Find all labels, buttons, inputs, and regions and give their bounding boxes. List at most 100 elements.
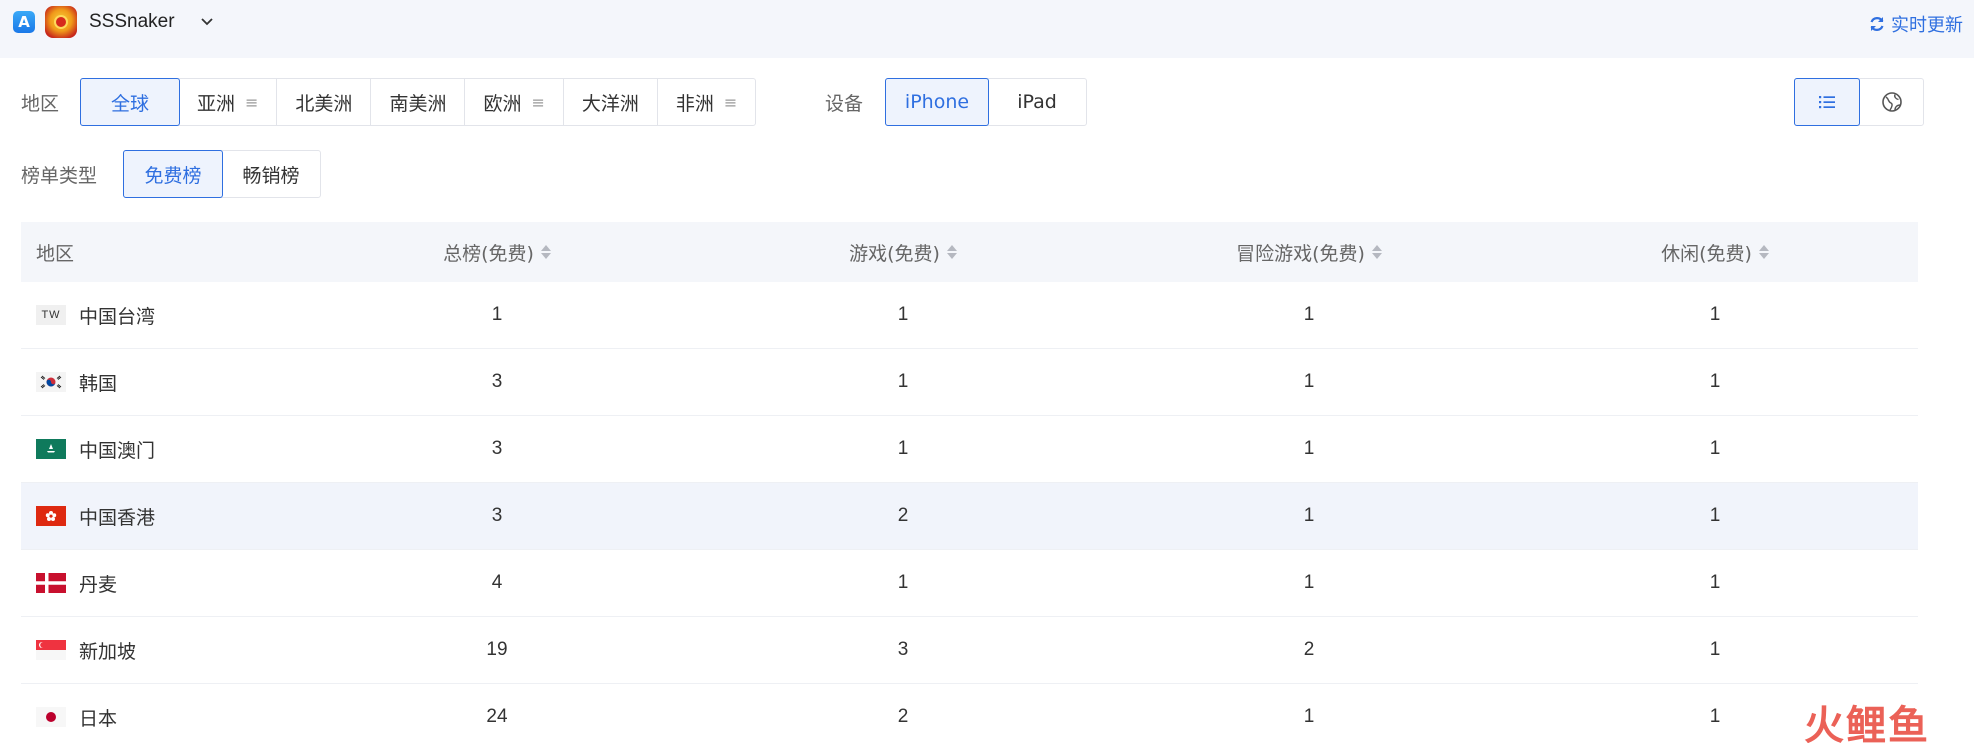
- rank-overall: 4: [491, 572, 503, 593]
- rank-games: 1: [897, 304, 909, 325]
- rank-overall: 19: [486, 639, 508, 660]
- rank-adventure: 1: [1303, 304, 1315, 325]
- rank-adventure: 1: [1303, 706, 1315, 727]
- rank-casual: 1: [1709, 639, 1721, 660]
- rank-overall: 24: [486, 706, 508, 727]
- chart-type-free[interactable]: 免费榜: [123, 150, 223, 198]
- region-name: 中国澳门: [79, 439, 156, 462]
- refresh-button[interactable]: 实时更新: [1868, 11, 1963, 37]
- region-name: 日本: [79, 707, 118, 730]
- chart-type-label: 榜单类型: [21, 165, 98, 187]
- ranking-table: 地区 总榜(免费) 游戏(免费) 冒险游戏(免费) 休闲(免费) TW 中国台湾…: [21, 222, 1918, 743]
- menu-icon[interactable]: ≡: [245, 93, 258, 112]
- list-icon: [1819, 96, 1835, 109]
- device-option-ipad[interactable]: iPad: [988, 79, 1086, 125]
- rank-casual: 1: [1709, 304, 1721, 325]
- hk-flag-icon: [36, 506, 66, 526]
- region-cell: TW 中国台湾: [21, 302, 221, 329]
- menu-icon[interactable]: ≡: [724, 93, 737, 112]
- device-option-iphone[interactable]: iPhone: [885, 78, 989, 126]
- table-row[interactable]: TW 中国台湾 1 1 1 1: [21, 282, 1918, 349]
- rank-overall: 3: [491, 371, 503, 392]
- region-option-south-america[interactable]: 南美洲: [371, 79, 466, 125]
- column-header-region: 地区: [36, 242, 75, 265]
- rank-games: 3: [897, 639, 909, 660]
- region-cell: 中国澳门: [21, 436, 221, 463]
- rank-overall: 3: [491, 438, 503, 459]
- appstore-icon: A: [13, 11, 35, 33]
- region-option-asia[interactable]: 亚洲 ≡: [179, 79, 278, 125]
- device-filter: iPhone iPad: [885, 78, 1087, 126]
- rank-adventure: 1: [1303, 438, 1315, 459]
- region-option-oceania[interactable]: 大洋洲: [564, 79, 658, 125]
- sort-icon[interactable]: [1758, 245, 1769, 259]
- rank-games: 1: [897, 572, 909, 593]
- sort-icon[interactable]: [540, 245, 551, 259]
- list-view-button[interactable]: [1794, 78, 1860, 126]
- app-icon: [45, 6, 77, 38]
- region-cell: 中国香港: [21, 503, 221, 530]
- rank-overall: 1: [491, 304, 503, 325]
- rank-adventure: 1: [1303, 505, 1315, 526]
- rank-casual: 1: [1709, 572, 1721, 593]
- region-cell: 丹麦: [21, 570, 221, 597]
- chart-type-filter: 免费榜 畅销榜: [123, 150, 321, 198]
- tw-flag-icon: TW: [36, 305, 66, 325]
- region-cell: 韩国: [21, 369, 221, 396]
- rank-games: 1: [897, 438, 909, 459]
- mo-flag-icon: [36, 439, 66, 459]
- region-option-global[interactable]: 全球: [80, 78, 180, 126]
- rank-games: 1: [897, 371, 909, 392]
- region-cell: 日本: [21, 704, 221, 731]
- column-header-adventure[interactable]: 冒险游戏(免费): [1123, 239, 1495, 266]
- region-option-europe[interactable]: 欧洲 ≡: [465, 79, 564, 125]
- chevron-down-icon[interactable]: [199, 13, 215, 29]
- table-row[interactable]: 中国香港 3 2 1 1: [21, 483, 1918, 550]
- region-filter: 全球 亚洲 ≡ 北美洲 南美洲 欧洲 ≡ 大洋洲 非洲 ≡: [80, 78, 757, 126]
- sort-icon[interactable]: [1371, 245, 1382, 259]
- top-bar: A SSSnaker 实时更新: [0, 0, 1974, 58]
- refresh-icon: [1870, 17, 1884, 31]
- chart-type-grossing[interactable]: 畅销榜: [222, 151, 320, 197]
- device-filter-label: 设备: [825, 93, 864, 115]
- rank-casual: 1: [1709, 438, 1721, 459]
- rank-overall: 3: [491, 505, 503, 526]
- kr-flag-icon: [36, 372, 66, 392]
- rank-games: 2: [897, 505, 909, 526]
- region-option-africa[interactable]: 非洲 ≡: [658, 79, 755, 125]
- rank-casual: 1: [1709, 371, 1721, 392]
- region-name: 中国香港: [79, 506, 156, 529]
- sort-icon[interactable]: [946, 245, 957, 259]
- region-name: 新加坡: [79, 640, 137, 663]
- table-row[interactable]: 新加坡 19 3 2 1: [21, 617, 1918, 684]
- column-header-casual[interactable]: 休闲(免费): [1529, 239, 1901, 266]
- table-row[interactable]: 日本 24 2 1 1: [21, 684, 1918, 743]
- app-name[interactable]: SSSnaker: [89, 11, 175, 33]
- refresh-label: 实时更新: [1891, 15, 1963, 36]
- rank-casual: 1: [1709, 505, 1721, 526]
- rank-games: 2: [897, 706, 909, 727]
- rank-adventure: 1: [1303, 371, 1315, 392]
- region-filter-label: 地区: [21, 93, 60, 115]
- region-name: 中国台湾: [79, 305, 156, 328]
- column-header-games[interactable]: 游戏(免费): [717, 239, 1089, 266]
- table-header: 地区 总榜(免费) 游戏(免费) 冒险游戏(免费) 休闲(免费): [21, 222, 1918, 282]
- menu-icon[interactable]: ≡: [531, 93, 544, 112]
- region-option-north-america[interactable]: 北美洲: [277, 79, 372, 125]
- watermark-logo: 火鲤鱼: [1804, 703, 1930, 743]
- column-header-overall[interactable]: 总榜(免费): [311, 239, 683, 266]
- table-row[interactable]: 丹麦 4 1 1 1: [21, 550, 1918, 617]
- rank-adventure: 2: [1303, 639, 1315, 660]
- rank-adventure: 1: [1303, 572, 1315, 593]
- view-toggle: [1794, 78, 1924, 126]
- table-row[interactable]: 韩国 3 1 1 1: [21, 349, 1918, 416]
- region-name: 韩国: [79, 372, 118, 395]
- dk-flag-icon: [36, 573, 66, 593]
- globe-icon: [1881, 92, 1902, 112]
- region-name: 丹麦: [79, 573, 118, 596]
- map-view-button[interactable]: [1859, 79, 1923, 125]
- table-row[interactable]: 中国澳门 3 1 1 1: [21, 416, 1918, 483]
- sg-flag-icon: [36, 640, 66, 660]
- jp-flag-icon: [36, 707, 66, 727]
- region-cell: 新加坡: [21, 637, 221, 664]
